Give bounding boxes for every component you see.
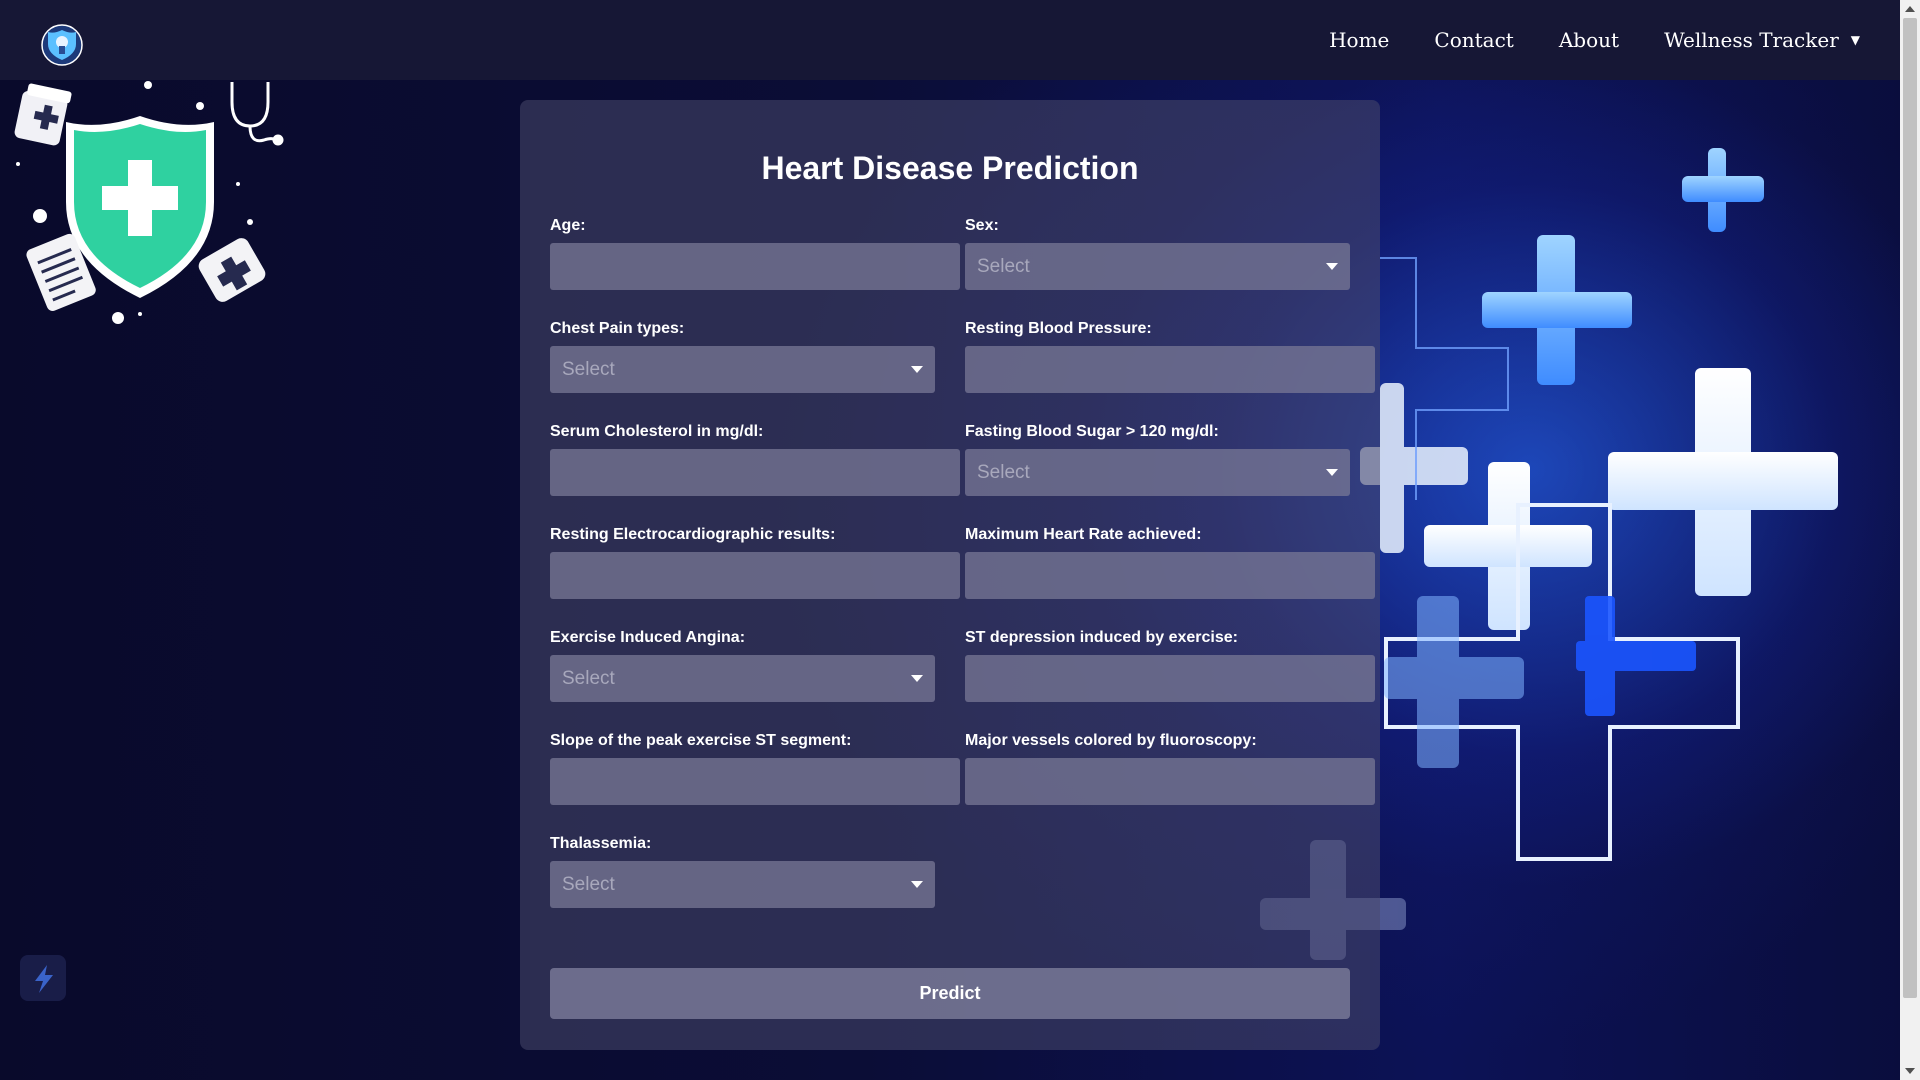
chevron-down-icon: [911, 366, 923, 373]
angina-field: Exercise Induced Angina: Select: [550, 629, 935, 702]
rest-ecg-input[interactable]: [550, 552, 960, 599]
chevron-down-icon: [911, 675, 923, 682]
prediction-form-card: Heart Disease Prediction Age: Sex: Selec…: [520, 100, 1380, 1050]
fasting-sugar-label: Fasting Blood Sugar > 120 mg/dl:: [965, 423, 1219, 440]
side-tool-button[interactable]: [20, 955, 66, 1001]
scroll-thumb[interactable]: [1903, 18, 1917, 998]
sex-label: Sex:: [965, 217, 999, 234]
top-navbar: Home Contact About Wellness Tracker ▼: [0, 0, 1900, 80]
cholesterol-input[interactable]: [550, 449, 960, 496]
max-hr-field: Maximum Heart Rate achieved:: [965, 526, 1375, 599]
chest-pain-selected-value: Select: [562, 358, 615, 380]
rest-ecg-field: Resting Electrocardiographic results:: [550, 526, 960, 599]
fasting-sugar-field: Fasting Blood Sugar > 120 mg/dl: Select: [965, 423, 1350, 496]
chevron-down-icon: [911, 881, 923, 888]
angina-label: Exercise Induced Angina:: [550, 629, 746, 646]
age-input[interactable]: [550, 243, 960, 290]
wellness-tracker-label: Wellness Tracker: [1664, 28, 1839, 52]
cross-large-icon: [1608, 368, 1838, 596]
stethoscope-icon: [230, 82, 284, 146]
angina-selected-value: Select: [562, 667, 615, 689]
thal-field: Thalassemia: Select: [550, 835, 935, 908]
cross-small-top-icon: [1682, 148, 1764, 232]
age-label: Age:: [550, 217, 586, 234]
scroll-up-arrow-icon[interactable]: [1905, 6, 1915, 12]
page-scrollbar[interactable]: [1900, 0, 1920, 1080]
form-title: Heart Disease Prediction: [761, 150, 1139, 186]
scroll-down-arrow-icon[interactable]: [1905, 1068, 1915, 1074]
slope-field: Slope of the peak exercise ST segment:: [550, 732, 960, 805]
cholesterol-field: Serum Cholesterol in mg/dl:: [550, 423, 960, 496]
vessels-field: Major vessels colored by fluoroscopy:: [965, 732, 1375, 805]
slope-label: Slope of the peak exercise ST segment:: [550, 732, 852, 749]
thal-selected-value: Select: [562, 873, 615, 895]
chevron-down-icon: ▼: [1850, 33, 1860, 47]
max-hr-label: Maximum Heart Rate achieved:: [965, 526, 1202, 543]
st-depression-label: ST depression induced by exercise:: [965, 629, 1238, 646]
nav-wellness-tracker-dropdown[interactable]: Wellness Tracker ▼: [1664, 28, 1860, 52]
nav-home-link[interactable]: Home: [1329, 28, 1389, 52]
cross-medium-icon: [1482, 235, 1632, 385]
chevron-down-icon: [1326, 469, 1338, 476]
rest-ecg-label: Resting Electrocardiographic results:: [550, 526, 836, 543]
st-depression-input[interactable]: [965, 655, 1375, 702]
lightning-icon: [35, 965, 53, 993]
chest-pain-select[interactable]: Select: [550, 346, 935, 393]
vessels-label: Major vessels colored by fluoroscopy:: [965, 732, 1257, 749]
nav-about-link[interactable]: About: [1559, 28, 1619, 52]
sex-field: Sex: Select: [965, 217, 1350, 290]
nav-links: Home Contact About Wellness Tracker ▼: [1329, 0, 1860, 80]
first-aid-kit-icon: [198, 238, 266, 302]
resting-bp-label: Resting Blood Pressure:: [965, 320, 1152, 337]
fasting-sugar-select[interactable]: Select: [965, 449, 1350, 496]
max-hr-input[interactable]: [965, 552, 1375, 599]
thal-select[interactable]: Select: [550, 861, 935, 908]
medicine-bottle-icon: [14, 83, 72, 146]
chevron-down-icon: [1326, 263, 1338, 270]
cholesterol-label: Serum Cholesterol in mg/dl:: [550, 423, 764, 440]
chest-pain-field: Chest Pain types: Select: [550, 320, 935, 393]
age-field: Age:: [550, 217, 960, 290]
predict-button[interactable]: Predict: [550, 968, 1350, 1019]
st-depression-field: ST depression induced by exercise:: [965, 629, 1375, 702]
angina-select[interactable]: Select: [550, 655, 935, 702]
cross-blue-icon: [1576, 596, 1696, 716]
fasting-sugar-selected-value: Select: [977, 461, 1030, 483]
vessels-input[interactable]: [965, 758, 1375, 805]
nav-contact-link[interactable]: Contact: [1434, 28, 1513, 52]
slope-input[interactable]: [550, 758, 960, 805]
ai-health-guard-logo[interactable]: [32, 12, 92, 72]
sex-select[interactable]: Select: [965, 243, 1350, 290]
chest-pain-label: Chest Pain types:: [550, 320, 685, 337]
sex-selected-value: Select: [977, 255, 1030, 277]
thal-label: Thalassemia:: [550, 835, 652, 852]
resting-bp-input[interactable]: [965, 346, 1375, 393]
resting-bp-field: Resting Blood Pressure:: [965, 320, 1375, 393]
